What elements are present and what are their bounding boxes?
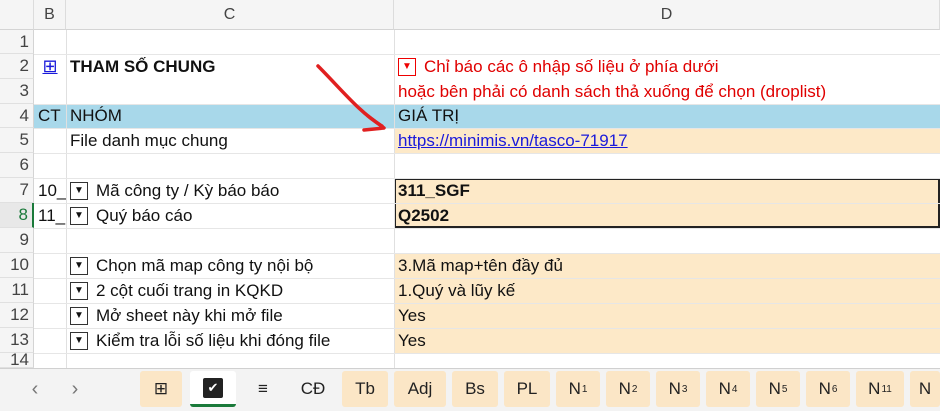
tab-n5[interactable]: N5: [756, 371, 800, 407]
check-icon: ✔: [203, 377, 223, 398]
tab-n3[interactable]: N3: [656, 371, 700, 407]
label-quy-bao-cao-text: Quý báo cáo: [96, 205, 193, 225]
row-header-2[interactable]: 2: [0, 54, 34, 79]
tab-n1[interactable]: N1: [556, 371, 600, 407]
row-header-14[interactable]: 14: [0, 350, 34, 368]
label-chon-ma-map-text: Chọn mã map công ty nội bộ: [96, 255, 314, 275]
value-mo-sheet[interactable]: Yes: [394, 303, 940, 328]
ct-r8: 11_: [38, 205, 66, 225]
ct-r7: 10_: [38, 180, 66, 200]
dropdown-indicator-icon: ▼: [70, 306, 88, 325]
scroll-left-icon[interactable]: ‹: [22, 371, 48, 407]
note-line-2: hoặc bên phải có danh sách thả xuống để …: [398, 81, 827, 101]
label-chon-ma-map: ▼ Chọn mã map công ty nội bộ: [66, 253, 394, 278]
select-all-corner[interactable]: [0, 0, 34, 30]
dropdown-indicator-icon: ▼: [70, 256, 88, 275]
row-header-7[interactable]: 7: [0, 178, 34, 203]
row-header-11[interactable]: 11: [0, 278, 34, 303]
tab-adj[interactable]: Adj: [394, 371, 446, 407]
tab-n2[interactable]: N2: [606, 371, 650, 407]
tab-tb[interactable]: Tb: [342, 371, 388, 407]
menu-icon[interactable]: ≡: [242, 371, 284, 407]
value-2-cot-cuoi[interactable]: 1.Quý và lũy kế: [394, 278, 940, 303]
row-header-12[interactable]: 12: [0, 303, 34, 328]
note-text-1: Chỉ báo các ô nhập số liệu ở phía dưới: [424, 56, 719, 76]
column-header-d[interactable]: D: [394, 0, 940, 30]
tab-n4[interactable]: N4: [706, 371, 750, 407]
tab-bs[interactable]: Bs: [452, 371, 498, 407]
dropdown-indicator-icon: ▼: [70, 331, 88, 350]
row-header-10[interactable]: 10: [0, 253, 34, 278]
expand-grid-icon[interactable]: ⊞: [42, 56, 57, 77]
header-ct: CT: [38, 106, 61, 125]
dropdown-indicator-icon: ▼: [70, 181, 88, 200]
value-chon-ma-map[interactable]: 3.Mã map+tên đầy đủ: [394, 253, 940, 278]
row-header-1[interactable]: 1: [0, 30, 34, 54]
row-header-4[interactable]: 4: [0, 104, 34, 128]
dropdown-indicator-icon: ▼: [398, 57, 416, 76]
header-gia-tri: GIÁ TRỊ: [398, 106, 460, 125]
dropdown-indicator-icon: ▼: [70, 206, 88, 225]
tab-active-check[interactable]: ✔: [190, 371, 236, 407]
row-header-9[interactable]: 9: [0, 228, 34, 253]
tab-n11[interactable]: N 11: [856, 371, 904, 407]
row-header-3[interactable]: 3: [0, 79, 34, 104]
tab-n6[interactable]: N6: [806, 371, 850, 407]
column-header-c[interactable]: C: [66, 0, 394, 30]
tab-cd[interactable]: CĐ: [290, 371, 336, 407]
scroll-right-icon[interactable]: ›: [62, 371, 88, 407]
label-2-cot-cuoi: ▼ 2 cột cuối trang in KQKD: [66, 278, 394, 303]
tab-pl[interactable]: PL: [504, 371, 550, 407]
label-kiem-tra-loi: ▼ Kiểm tra lỗi số liệu khi đóng file: [66, 328, 394, 353]
label-ma-cong-ty-text: Mã công ty / Kỳ báo báo: [96, 180, 280, 200]
red-arrow-annotation: [316, 64, 386, 132]
label-kiem-tra-loi-text: Kiểm tra lỗi số liệu khi đóng file: [96, 330, 331, 350]
column-header-b[interactable]: B: [34, 0, 66, 30]
dropdown-indicator-icon: ▼: [70, 281, 88, 300]
grid-view-icon[interactable]: ⊞: [140, 371, 182, 407]
label-quy-bao-cao: ▼ Quý báo cáo: [66, 203, 394, 228]
value-ma-cong-ty[interactable]: 311_SGF: [394, 178, 940, 203]
value-kiem-tra-loi[interactable]: Yes: [394, 328, 940, 353]
tab-n-more[interactable]: N: [910, 371, 940, 407]
spreadsheet-grid: B C D 1 2 3 4 5 6 7 8 9 10 11 12 13 14 ⊞…: [0, 0, 940, 368]
label-2-cot-cuoi-text: 2 cột cuối trang in KQKD: [96, 280, 284, 300]
link-file-danh-muc[interactable]: https://minimis.vn/tasco-71917: [394, 128, 940, 153]
row-header-8[interactable]: 8: [0, 203, 34, 228]
row-header-5[interactable]: 5: [0, 128, 34, 153]
sheet-tab-bar: ‹ › ⊞ ✔ ≡ CĐ Tb Adj Bs PL N1 N2 N3 N4 N5…: [0, 368, 940, 411]
value-quy-bao-cao[interactable]: Q2502: [394, 203, 940, 228]
note-line-1: ▼ Chỉ báo các ô nhập số liệu ở phía dưới: [394, 54, 940, 79]
label-mo-sheet-text: Mở sheet này khi mở file: [96, 305, 283, 325]
label-ma-cong-ty: ▼ Mã công ty / Kỳ báo báo: [66, 178, 394, 203]
row-header-6[interactable]: 6: [0, 153, 34, 178]
label-mo-sheet: ▼ Mở sheet này khi mở file: [66, 303, 394, 328]
